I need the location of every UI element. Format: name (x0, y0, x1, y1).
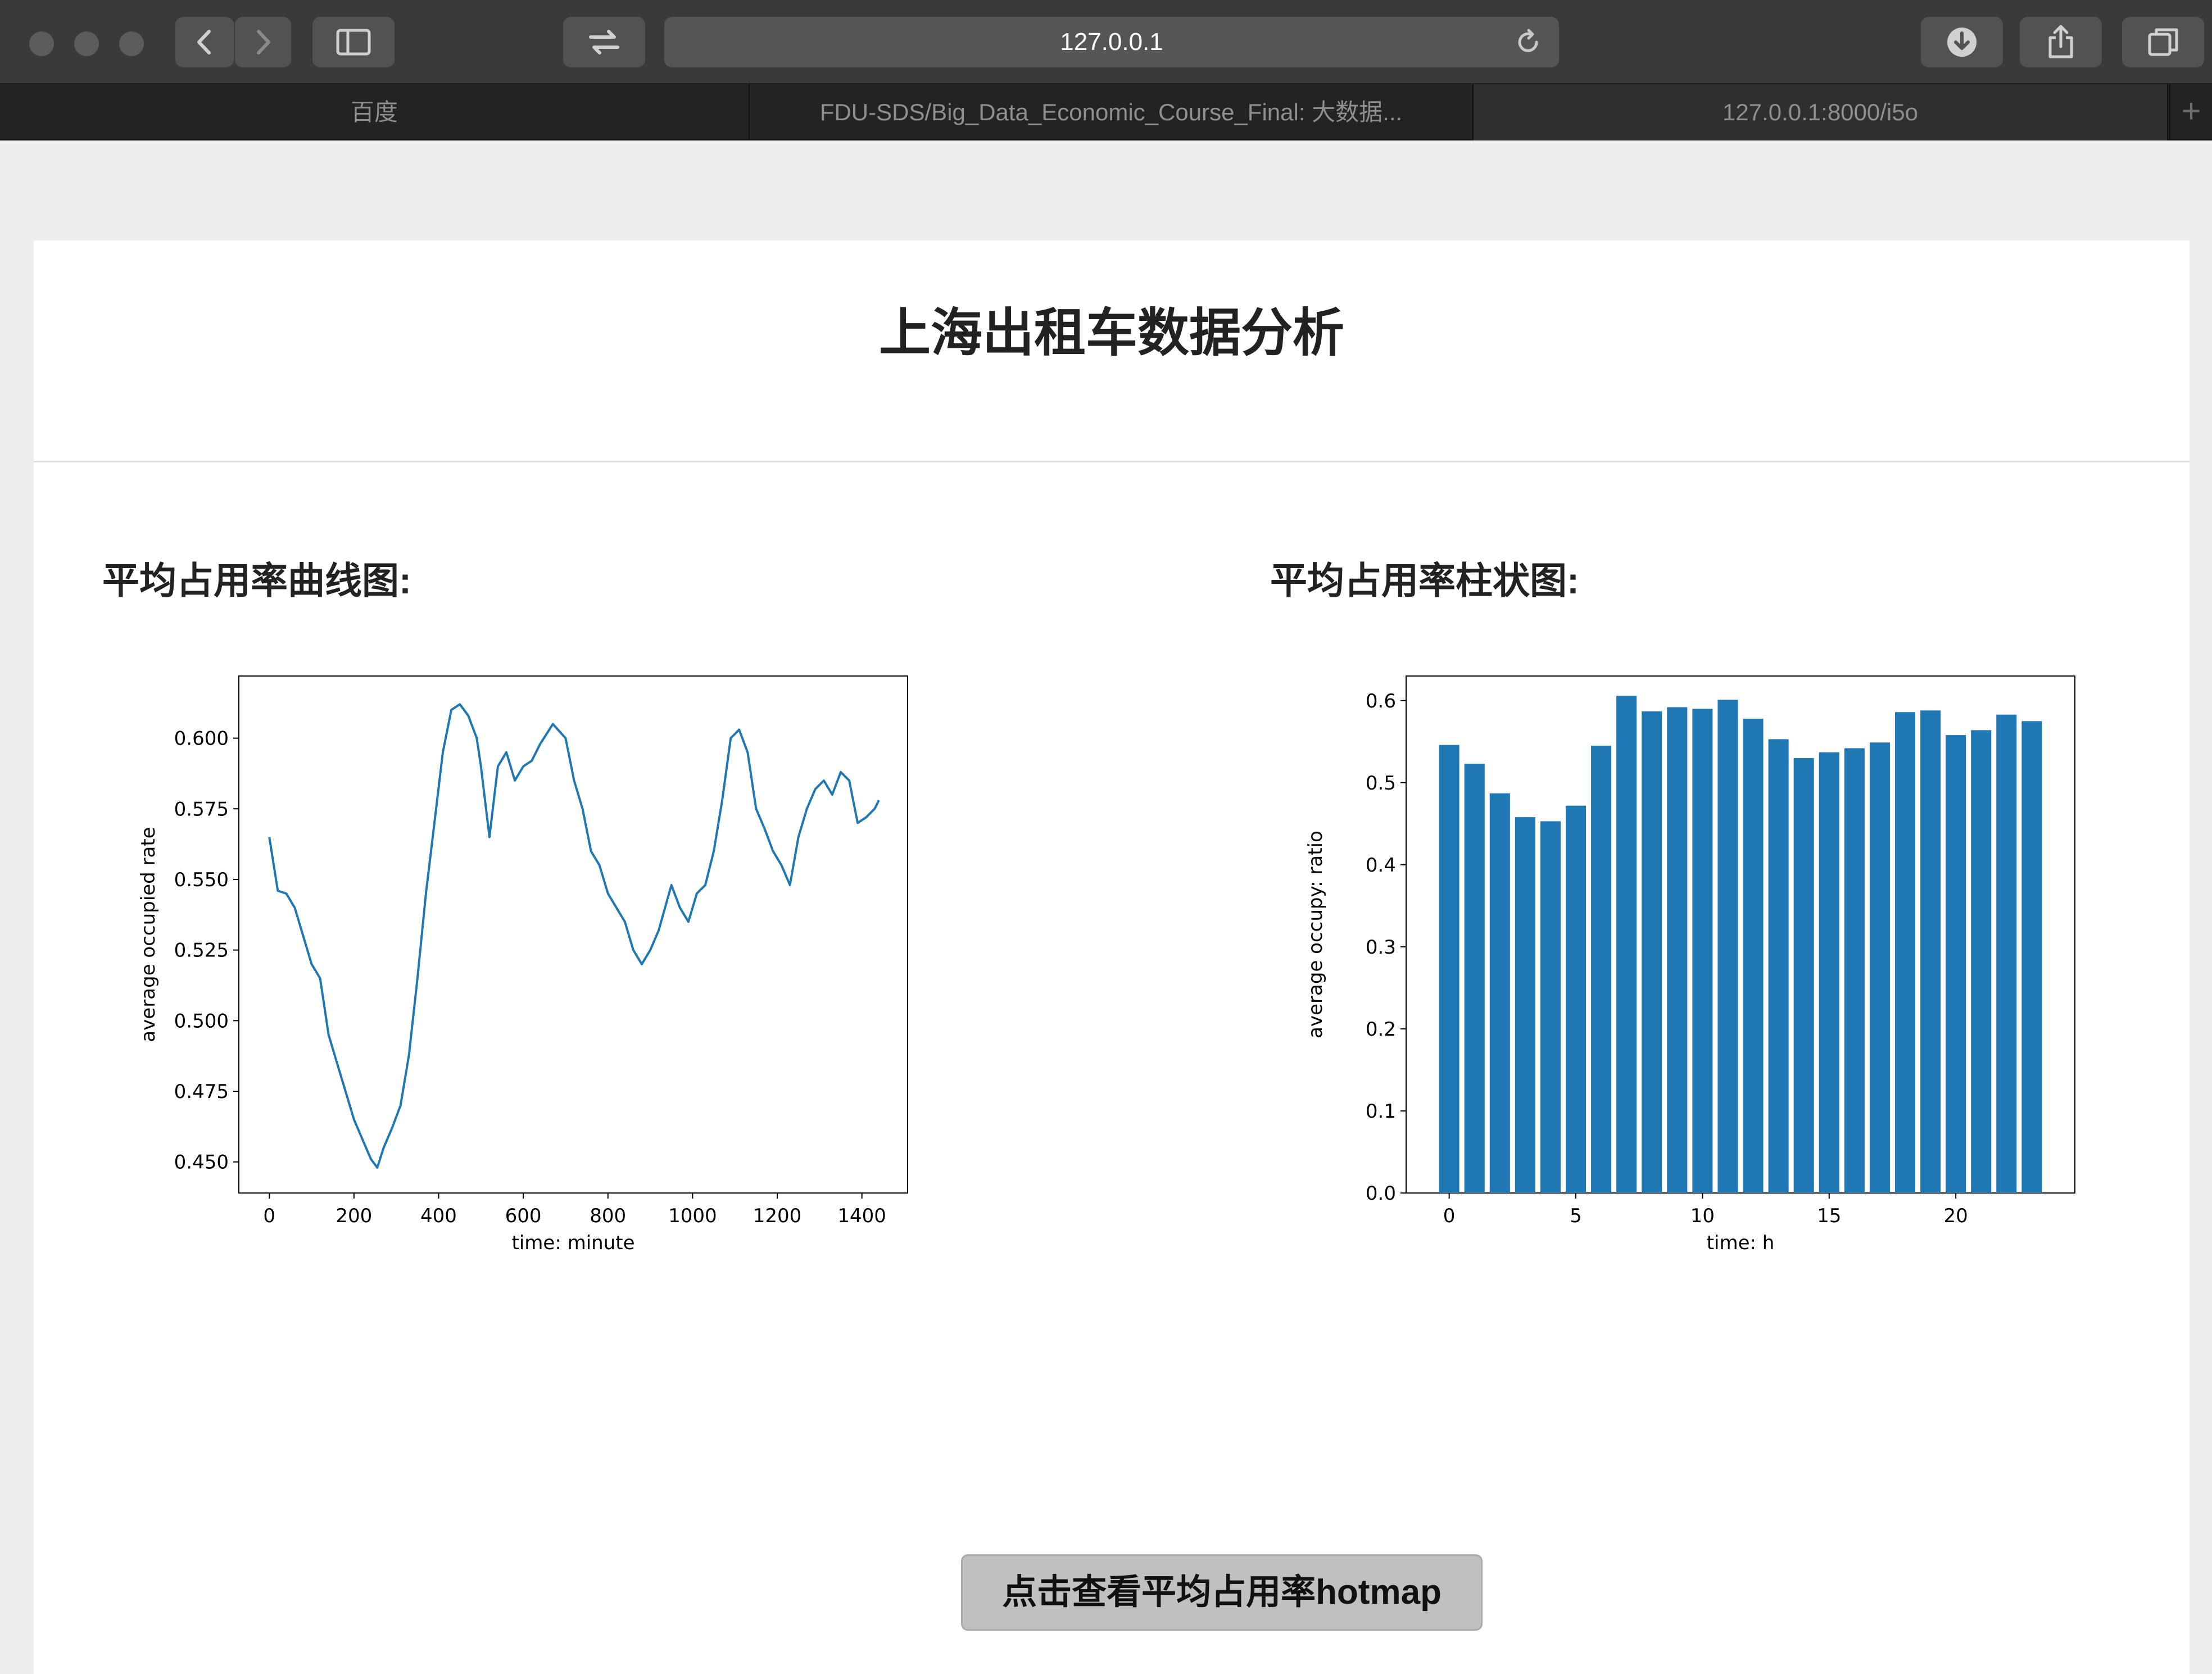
bar-hour-22 (1996, 714, 2017, 1193)
tab-bar: 百度 FDU-SDS/Big_Data_Economic_Course_Fina… (0, 84, 2212, 140)
bar-hour-14 (1793, 758, 1814, 1193)
bar-hour-3 (1515, 817, 1535, 1193)
bar-hour-20 (1946, 735, 1966, 1193)
line-xtick-label-6: 1200 (753, 1205, 802, 1227)
tab-github[interactable]: FDU-SDS/Big_Data_Economic_Course_Final: … (750, 84, 1474, 140)
bar-ylabel: average occupy: ratio (1304, 831, 1327, 1038)
back-icon (197, 30, 211, 55)
line-xtick-label-5: 1000 (668, 1205, 717, 1227)
bar-hour-17 (1869, 742, 1890, 1193)
address-text: 127.0.0.1 (1060, 28, 1163, 56)
tabs-overview-icon (2148, 28, 2178, 56)
minimize-window-button[interactable] (74, 31, 99, 56)
bar-hour-8 (1642, 711, 1662, 1193)
page-title: 上海出租车数据分析 (878, 305, 1344, 362)
bar-hour-6 (1591, 746, 1612, 1193)
bar-hour-11 (1717, 700, 1738, 1193)
tab-baidu[interactable]: 百度 (0, 84, 750, 140)
bar-xtick-label-4: 20 (1944, 1205, 1968, 1227)
bar-ytick-label-0: 0.0 (1366, 1182, 1396, 1205)
address-bar[interactable]: 127.0.0.1 (664, 17, 1559, 67)
bar-hour-9 (1667, 707, 1688, 1193)
line-xtick-label-4: 800 (590, 1205, 626, 1227)
divider (34, 461, 2190, 462)
bar-hour-10 (1692, 709, 1713, 1193)
line-ytick-label-5: 0.575 (174, 798, 229, 820)
line-ytick-label-2: 0.500 (174, 1010, 229, 1032)
bar-chart-heading: 平均占用率柱状图: (1270, 560, 1579, 601)
share-tab-button[interactable] (563, 17, 645, 67)
bar-hour-21 (1971, 730, 1992, 1193)
line-ytick-label-1: 0.475 (174, 1081, 229, 1103)
bar-hour-13 (1768, 739, 1789, 1193)
bar-ytick-label-1: 0.1 (1366, 1100, 1396, 1123)
page-content: 上海出租车数据分析 平均占用率曲线图: 平均占用率柱状图: 0.450 0.475… (34, 241, 2190, 1674)
line-ytick-label-6: 0.600 (174, 728, 229, 750)
bar-xtick-label-0: 0 (1443, 1205, 1456, 1227)
bar-hour-7 (1616, 696, 1637, 1193)
close-window-button[interactable] (29, 31, 54, 56)
bar-xtick-label-2: 10 (1690, 1205, 1715, 1227)
reload-icon[interactable] (1514, 28, 1542, 56)
share-tab-icon (589, 30, 619, 55)
line-chart: 0.450 0.475 0.500 0.525 0.550 0.575 0.600 0 200 4… (96, 662, 939, 1308)
bar-hour-19 (1920, 710, 1941, 1193)
bar-chart-svg: 0.0 0.1 0.2 0.3 0.4 0.5 0.6 0 5 10 15 20 time: h aver… (1304, 675, 2075, 1254)
line-xlabel: time: minute (512, 1232, 635, 1254)
line-chart-svg: 0.450 0.475 0.500 0.525 0.550 0.575 0.600 0 200 4… (137, 675, 908, 1254)
browser-toolbar: 127.0.0.1 (0, 0, 2212, 84)
line-plot-frame (238, 675, 908, 1194)
line-xtick-label-7: 1400 (837, 1205, 886, 1227)
bar-hour-1 (1464, 764, 1485, 1193)
forward-icon (257, 30, 270, 55)
line-ylabel: average occupied rate (137, 827, 160, 1042)
zoom-window-button[interactable] (119, 31, 144, 56)
bar-hour-2 (1489, 793, 1510, 1193)
bar-hour-4 (1540, 821, 1561, 1193)
new-tab-button[interactable]: + (2169, 84, 2212, 140)
line-ytick-label-4: 0.550 (174, 869, 229, 891)
line-ytick-label-0: 0.450 (174, 1151, 229, 1174)
bar-xtick-label-1: 5 (1570, 1205, 1582, 1227)
bar-xlabel: time: h (1707, 1232, 1775, 1254)
forward-button[interactable] (235, 17, 291, 67)
back-button[interactable] (175, 17, 234, 67)
share-button[interactable] (2020, 17, 2102, 67)
bar-ytick-label-3: 0.3 (1366, 936, 1396, 959)
line-xtick-label-3: 600 (505, 1205, 542, 1227)
view-hotmap-button[interactable]: 点击查看平均占用率hotmap (961, 1554, 1483, 1631)
bar-hour-5 (1565, 805, 1587, 1193)
bar-hour-15 (1819, 752, 1839, 1193)
downloads-button[interactable] (1921, 17, 2003, 67)
bar-ytick-label-4: 0.4 (1366, 854, 1396, 877)
sidebar-button[interactable] (312, 17, 395, 67)
bar-hour-16 (1844, 748, 1865, 1193)
bar-hour-0 (1439, 745, 1459, 1193)
tab-localhost[interactable]: 127.0.0.1:8000/i5o (1474, 84, 2168, 140)
line-xtick-label-2: 400 (420, 1205, 457, 1227)
bar-ytick-label-6: 0.6 (1366, 690, 1396, 713)
bar-ytick-label-2: 0.2 (1366, 1018, 1396, 1041)
bar-chart: 0.0 0.1 0.2 0.3 0.4 0.5 0.6 0 5 10 15 20 time: h aver… (1259, 662, 2102, 1308)
bar-ytick-label-5: 0.5 (1366, 772, 1396, 795)
line-xtick-label-1: 200 (336, 1205, 372, 1227)
bar-xtick-label-3: 15 (1817, 1205, 1841, 1227)
line-xtick-label-0: 0 (263, 1205, 275, 1227)
share-icon (2048, 25, 2073, 58)
download-icon (1947, 28, 1977, 57)
line-ytick-label-3: 0.525 (174, 940, 229, 962)
line-chart-heading: 平均占用率曲线图: (102, 560, 411, 601)
bar-hour-12 (1743, 718, 1764, 1193)
bar-hour-23 (2021, 721, 2042, 1193)
tabs-overview-button[interactable] (2122, 17, 2204, 67)
sidebar-icon (336, 29, 371, 56)
bar-hour-18 (1894, 712, 1916, 1193)
